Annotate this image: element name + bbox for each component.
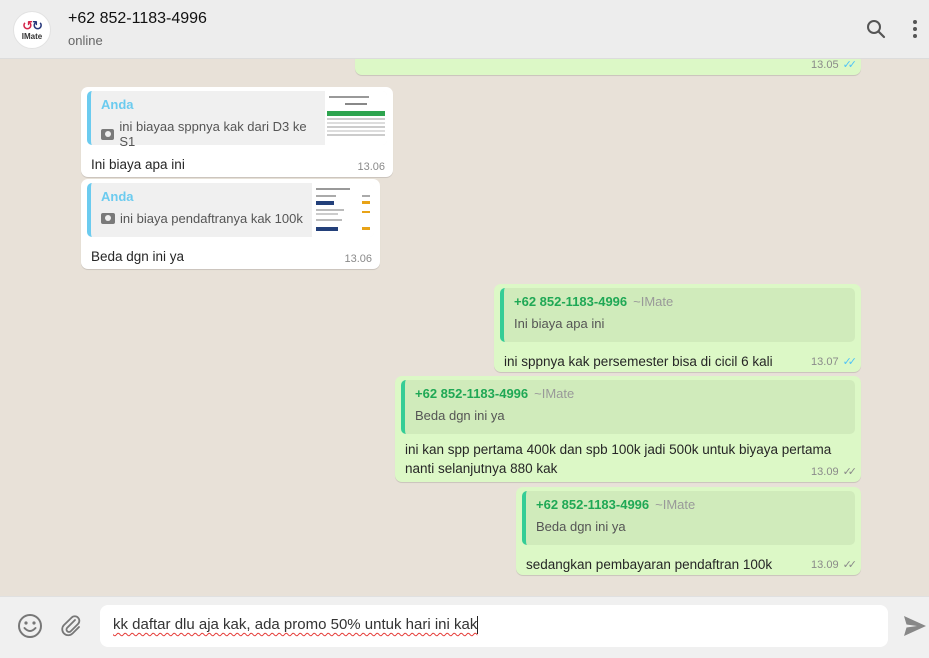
- message-text: Beda dgn ini ya: [91, 249, 185, 264]
- camera-icon: [101, 213, 115, 224]
- message-text: sedangkan pembayaran pendaftran 100k: [526, 557, 773, 572]
- message-time: 13.06: [344, 253, 372, 265]
- quote-text: Beda dgn ini ya: [536, 519, 626, 534]
- quote-text: Beda dgn ini ya: [415, 408, 505, 423]
- message-text-line: nanti selanjutnya 880 kak: [405, 461, 558, 476]
- draft-text: kk daftar dlu aja kak, ada promo 50% unt…: [113, 616, 478, 633]
- send-icon[interactable]: [901, 612, 929, 640]
- message-bubble-incoming[interactable]: Anda ini biaya pendaftranya kak 100k Bed…: [81, 179, 380, 269]
- quote-text: ini biaya pendaftranya kak 100k: [101, 211, 304, 226]
- read-ticks-icon: ✓✓: [842, 356, 858, 368]
- menu-dots-icon[interactable]: [903, 17, 927, 41]
- quote-author-number: +62 852-1183-4996: [514, 294, 628, 309]
- quote-author-pushname: ~IMate: [655, 497, 696, 512]
- quoted-message[interactable]: Anda ini biaya pendaftranya kak 100k: [87, 183, 374, 237]
- camera-icon: [101, 128, 115, 140]
- message-meta: 13.09 ✓✓: [811, 465, 858, 479]
- quote-author-pushname: ~IMate: [534, 386, 575, 401]
- message-input[interactable]: kk daftar dlu aja kak, ada promo 50% unt…: [100, 605, 888, 647]
- quote-image-thumbnail: [312, 183, 374, 237]
- message-meta: 13.09 ✓✓: [811, 558, 858, 572]
- delivered-ticks-icon: ✓✓: [842, 559, 858, 571]
- emoji-icon[interactable]: [16, 612, 44, 640]
- quote-author-number: +62 852-1183-4996: [415, 386, 529, 401]
- message-bubble-outgoing[interactable]: +62 852-1183-4996 ~IMate Beda dgn ini ya …: [516, 487, 861, 575]
- contact-avatar[interactable]: ↺↻ IMate: [13, 11, 51, 49]
- message-text: ini kan spp pertama 400k dan spb 100k ja…: [401, 434, 855, 478]
- quote-author-pushname: ~IMate: [633, 294, 674, 309]
- message-text: ini sppnya kak persemester bisa di cicil…: [504, 354, 773, 369]
- message-time: 13.09: [811, 558, 839, 571]
- message-text: Ini biaya apa ini: [91, 157, 185, 172]
- message-bubble-outgoing[interactable]: +62 852-1183-4996 ~IMate Ini biaya apa in…: [494, 284, 861, 372]
- quote-author: +62 852-1183-4996 ~IMate: [514, 294, 845, 309]
- message-bubble-outgoing[interactable]: 13.05 ✓✓: [355, 59, 861, 75]
- message-time: 13.05: [811, 59, 839, 71]
- message-meta: 13.06: [357, 161, 385, 173]
- quote-text-label: ini biayaa sppnya kak dari D3 ke S1: [119, 119, 307, 149]
- search-icon[interactable]: [864, 17, 888, 41]
- quote-author: +62 852-1183-4996 ~IMate: [415, 386, 845, 401]
- message-meta: 13.06: [344, 253, 372, 265]
- quoted-message[interactable]: Anda ini biayaa sppnya kak dari D3 ke S1: [87, 91, 387, 149]
- avatar-logo-text: IMate: [21, 31, 43, 41]
- quote-text: Ini biaya apa ini: [514, 316, 605, 331]
- message-text-line: ini kan spp pertama 400k dan spb 100k ja…: [405, 442, 832, 457]
- contact-status: online: [68, 33, 103, 48]
- delivered-ticks-icon: ✓✓: [842, 466, 858, 478]
- quote-text-label: ini biaya pendaftranya kak 100k: [120, 211, 303, 226]
- message-bubble-incoming[interactable]: Anda ini biayaa sppnya kak dari D3 ke S1: [81, 87, 393, 177]
- quote-author: Anda: [101, 97, 134, 112]
- quote-image-thumbnail: [325, 91, 387, 145]
- quoted-message[interactable]: +62 852-1183-4996 ~IMate Beda dgn ini ya: [401, 380, 855, 434]
- chat-header: ↺↻ IMate +62 852-1183-4996 online: [0, 0, 929, 59]
- message-time: 13.06: [357, 161, 385, 173]
- text-caret: [477, 616, 479, 635]
- message-time: 13.09: [811, 465, 839, 478]
- message-bubble-outgoing[interactable]: +62 852-1183-4996 ~IMate Beda dgn ini ya …: [395, 376, 861, 482]
- attach-icon[interactable]: [57, 612, 85, 640]
- imate-logo-mark: ↺↻: [22, 17, 43, 33]
- quote-author-number: +62 852-1183-4996: [536, 497, 650, 512]
- read-ticks-icon: ✓✓: [842, 59, 858, 71]
- message-time: 13.07: [811, 355, 839, 368]
- message-composer: kk daftar dlu aja kak, ada promo 50% unt…: [0, 596, 929, 658]
- message-meta: 13.07 ✓✓: [811, 355, 858, 369]
- quote-author: +62 852-1183-4996 ~IMate: [536, 497, 845, 512]
- contact-name[interactable]: +62 852-1183-4996: [68, 10, 207, 28]
- quote-author: Anda: [101, 189, 134, 204]
- quoted-message[interactable]: +62 852-1183-4996 ~IMate Beda dgn ini ya: [522, 491, 855, 545]
- chat-panel[interactable]: 13.05 ✓✓ Anda ini biayaa sppnya kak dari…: [0, 59, 929, 596]
- quoted-message[interactable]: +62 852-1183-4996 ~IMate Ini biaya apa in…: [500, 288, 855, 342]
- quote-text: ini biayaa sppnya kak dari D3 ke S1: [101, 119, 317, 149]
- message-meta: 13.05 ✓✓: [811, 59, 858, 71]
